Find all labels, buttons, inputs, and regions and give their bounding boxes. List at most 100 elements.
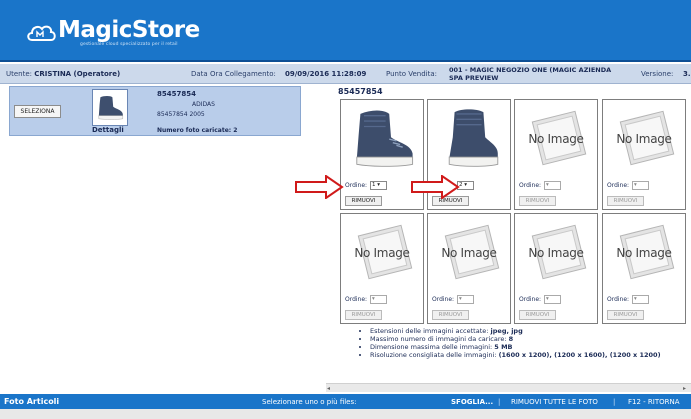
red-arrow-icon [411,175,460,199]
order-label: Ordine: [345,296,368,303]
bottom-strip [0,409,691,419]
order-select[interactable]: ▾ [457,295,474,304]
version-value: 3. [683,70,691,78]
list-item: Massimo numero di immagini da caricare: … [370,335,661,343]
photo-slot-7: No Image Ordine: ▾ RIMUOVI [514,213,598,324]
no-image-placeholder: No Image [434,222,504,286]
shoe-photo-icon [356,110,414,167]
order-select[interactable]: ▾ [632,181,649,190]
user-info: Utente: CRISTINA (Operatore) [6,70,120,78]
version-label: Versione: [641,70,674,78]
login-date-value: 09/09/2016 11:28:09 [285,70,367,78]
store-value-line2: SPA PREVIEW [449,74,499,82]
remove-button[interactable]: RIMUOVI [345,196,382,206]
article-panel: SELEZIONA Dettagli 85457854 ADIDAS 85457… [9,86,301,136]
photo-slot-4: No Image Ordine: ▾ RIMUOVI [602,99,686,210]
rule-value: jpeg, jpg [490,327,523,335]
order-select[interactable]: ▾ [370,295,387,304]
cloud-logo-icon [27,25,56,41]
photo-slot-5: No Image Ordine: ▾ RIMUOVI [340,213,424,324]
separator: | [498,398,501,406]
photo-slot-image: No Image [344,217,420,291]
remove-button[interactable]: RIMUOVI [432,310,469,320]
article-code: 85457854 [157,90,196,98]
select-button[interactable]: SELEZIONA [14,105,61,118]
order-label: Ordine: [519,182,542,189]
scroll-right-icon[interactable]: ▸ [683,385,690,392]
separator: | [613,398,616,406]
photo-slot-8: No Image Ordine: ▾ RIMUOVI [602,213,686,324]
app-header: MagicStore gestionale cloud specializzat… [0,0,691,62]
photo-slot-image [344,103,420,177]
horizontal-scrollbar[interactable]: ◂ ▸ [326,383,691,392]
article-description: 85457854 2005 [157,111,205,118]
no-image-placeholder: No Image [609,222,679,286]
list-item: Risoluzione consigliata delle immagini: … [370,351,661,359]
photo-slot-image [431,103,507,177]
rule-label: Dimensione massima delle immagini: [370,343,493,351]
list-item: Estensioni delle immagini accettate: jpe… [370,327,661,335]
rule-label: Risoluzione consigliata delle immagini: [370,351,497,359]
photo-slot-image: No Image [606,103,682,177]
login-date-label: Data Ora Collegamento: [191,70,276,78]
order-label: Ordine: [432,296,455,303]
rule-value: 5 MB [494,343,513,351]
order-label: Ordine: [607,182,630,189]
order-select[interactable]: ▾ [544,295,561,304]
no-image-text: No Image [616,246,672,260]
no-image-text: No Image [354,246,410,260]
order-label: Ordine: [519,296,542,303]
remove-button[interactable]: RIMUOVI [607,196,644,206]
user-value: CRISTINA (Operatore) [34,70,121,78]
order-label: Ordine: [607,296,630,303]
rule-value: 8 [508,335,514,343]
remove-all-photos-button[interactable]: RIMUOVI TUTTE LE FOTO [511,398,598,406]
photo-slot-image: No Image [431,217,507,291]
no-image-text: No Image [616,132,672,146]
no-image-text: No Image [528,246,584,260]
rule-label: Estensioni delle immagini accettate: [370,327,489,335]
user-label: Utente: [6,70,33,78]
magicstore-logo[interactable]: MagicStore gestionale cloud specializzat… [26,18,200,52]
order-label: Ordine: [345,182,368,189]
upload-rules-list: Estensioni delle immagini accettate: jpe… [370,327,661,359]
browse-button[interactable]: SFOGLIA... [451,398,493,406]
session-info-bar: Utente: CRISTINA (Operatore) Data Ora Co… [0,64,691,84]
uploaded-photos-count: Numero foto caricate: 2 [157,127,238,134]
order-select[interactable]: ▾ [544,181,561,190]
file-select-hint: Selezionare uno o più files: [262,398,357,406]
details-link[interactable]: Dettagli [92,126,132,134]
article-brand: ADIDAS [192,101,215,108]
store-label: Punto Vendita: [386,70,437,78]
no-image-placeholder: No Image [609,108,679,172]
remove-button[interactable]: RIMUOVI [519,310,556,320]
no-image-text: No Image [528,132,584,146]
photo-slot-6: No Image Ordine: ▾ RIMUOVI [427,213,511,324]
main-article-code: 85457854 [338,87,383,96]
list-item: Dimensione massima delle immagini: 5 MB [370,343,661,351]
order-select[interactable]: ▾ [632,295,649,304]
article-thumbnail[interactable] [92,89,128,126]
no-image-placeholder: No Image [521,222,591,286]
rule-value: (1600 x 1200), (1200 x 1600), (1200 x 12… [498,351,661,359]
rule-label: Massimo numero di immagini da caricare: [370,335,507,343]
remove-button[interactable]: RIMUOVI [345,310,382,320]
order-select-value: 1 [372,182,376,188]
no-image-text: No Image [441,246,497,260]
scroll-left-icon[interactable]: ◂ [327,385,334,392]
order-select[interactable]: 1 ▾ [370,181,387,190]
shoe-photo-icon [448,109,499,167]
back-button[interactable]: F12 - RITORNA [628,398,680,406]
photo-slot-image: No Image [518,103,594,177]
photo-slot-image: No Image [606,217,682,291]
no-image-placeholder: No Image [347,222,417,286]
page-title: Foto Articoli [4,397,60,406]
footer-bar: Foto Articoli Selezionare uno o più file… [0,394,691,409]
app-name: MagicStore [58,17,200,43]
photo-slot-3: No Image Ordine: ▾ RIMUOVI [514,99,598,210]
remove-button[interactable]: RIMUOVI [607,310,644,320]
photo-slot-image: No Image [518,217,594,291]
store-value-line1: 001 - MAGIC NEGOZIO ONE (MAGIC AZIENDA [449,66,612,74]
no-image-placeholder: No Image [521,108,591,172]
remove-button[interactable]: RIMUOVI [519,196,556,206]
